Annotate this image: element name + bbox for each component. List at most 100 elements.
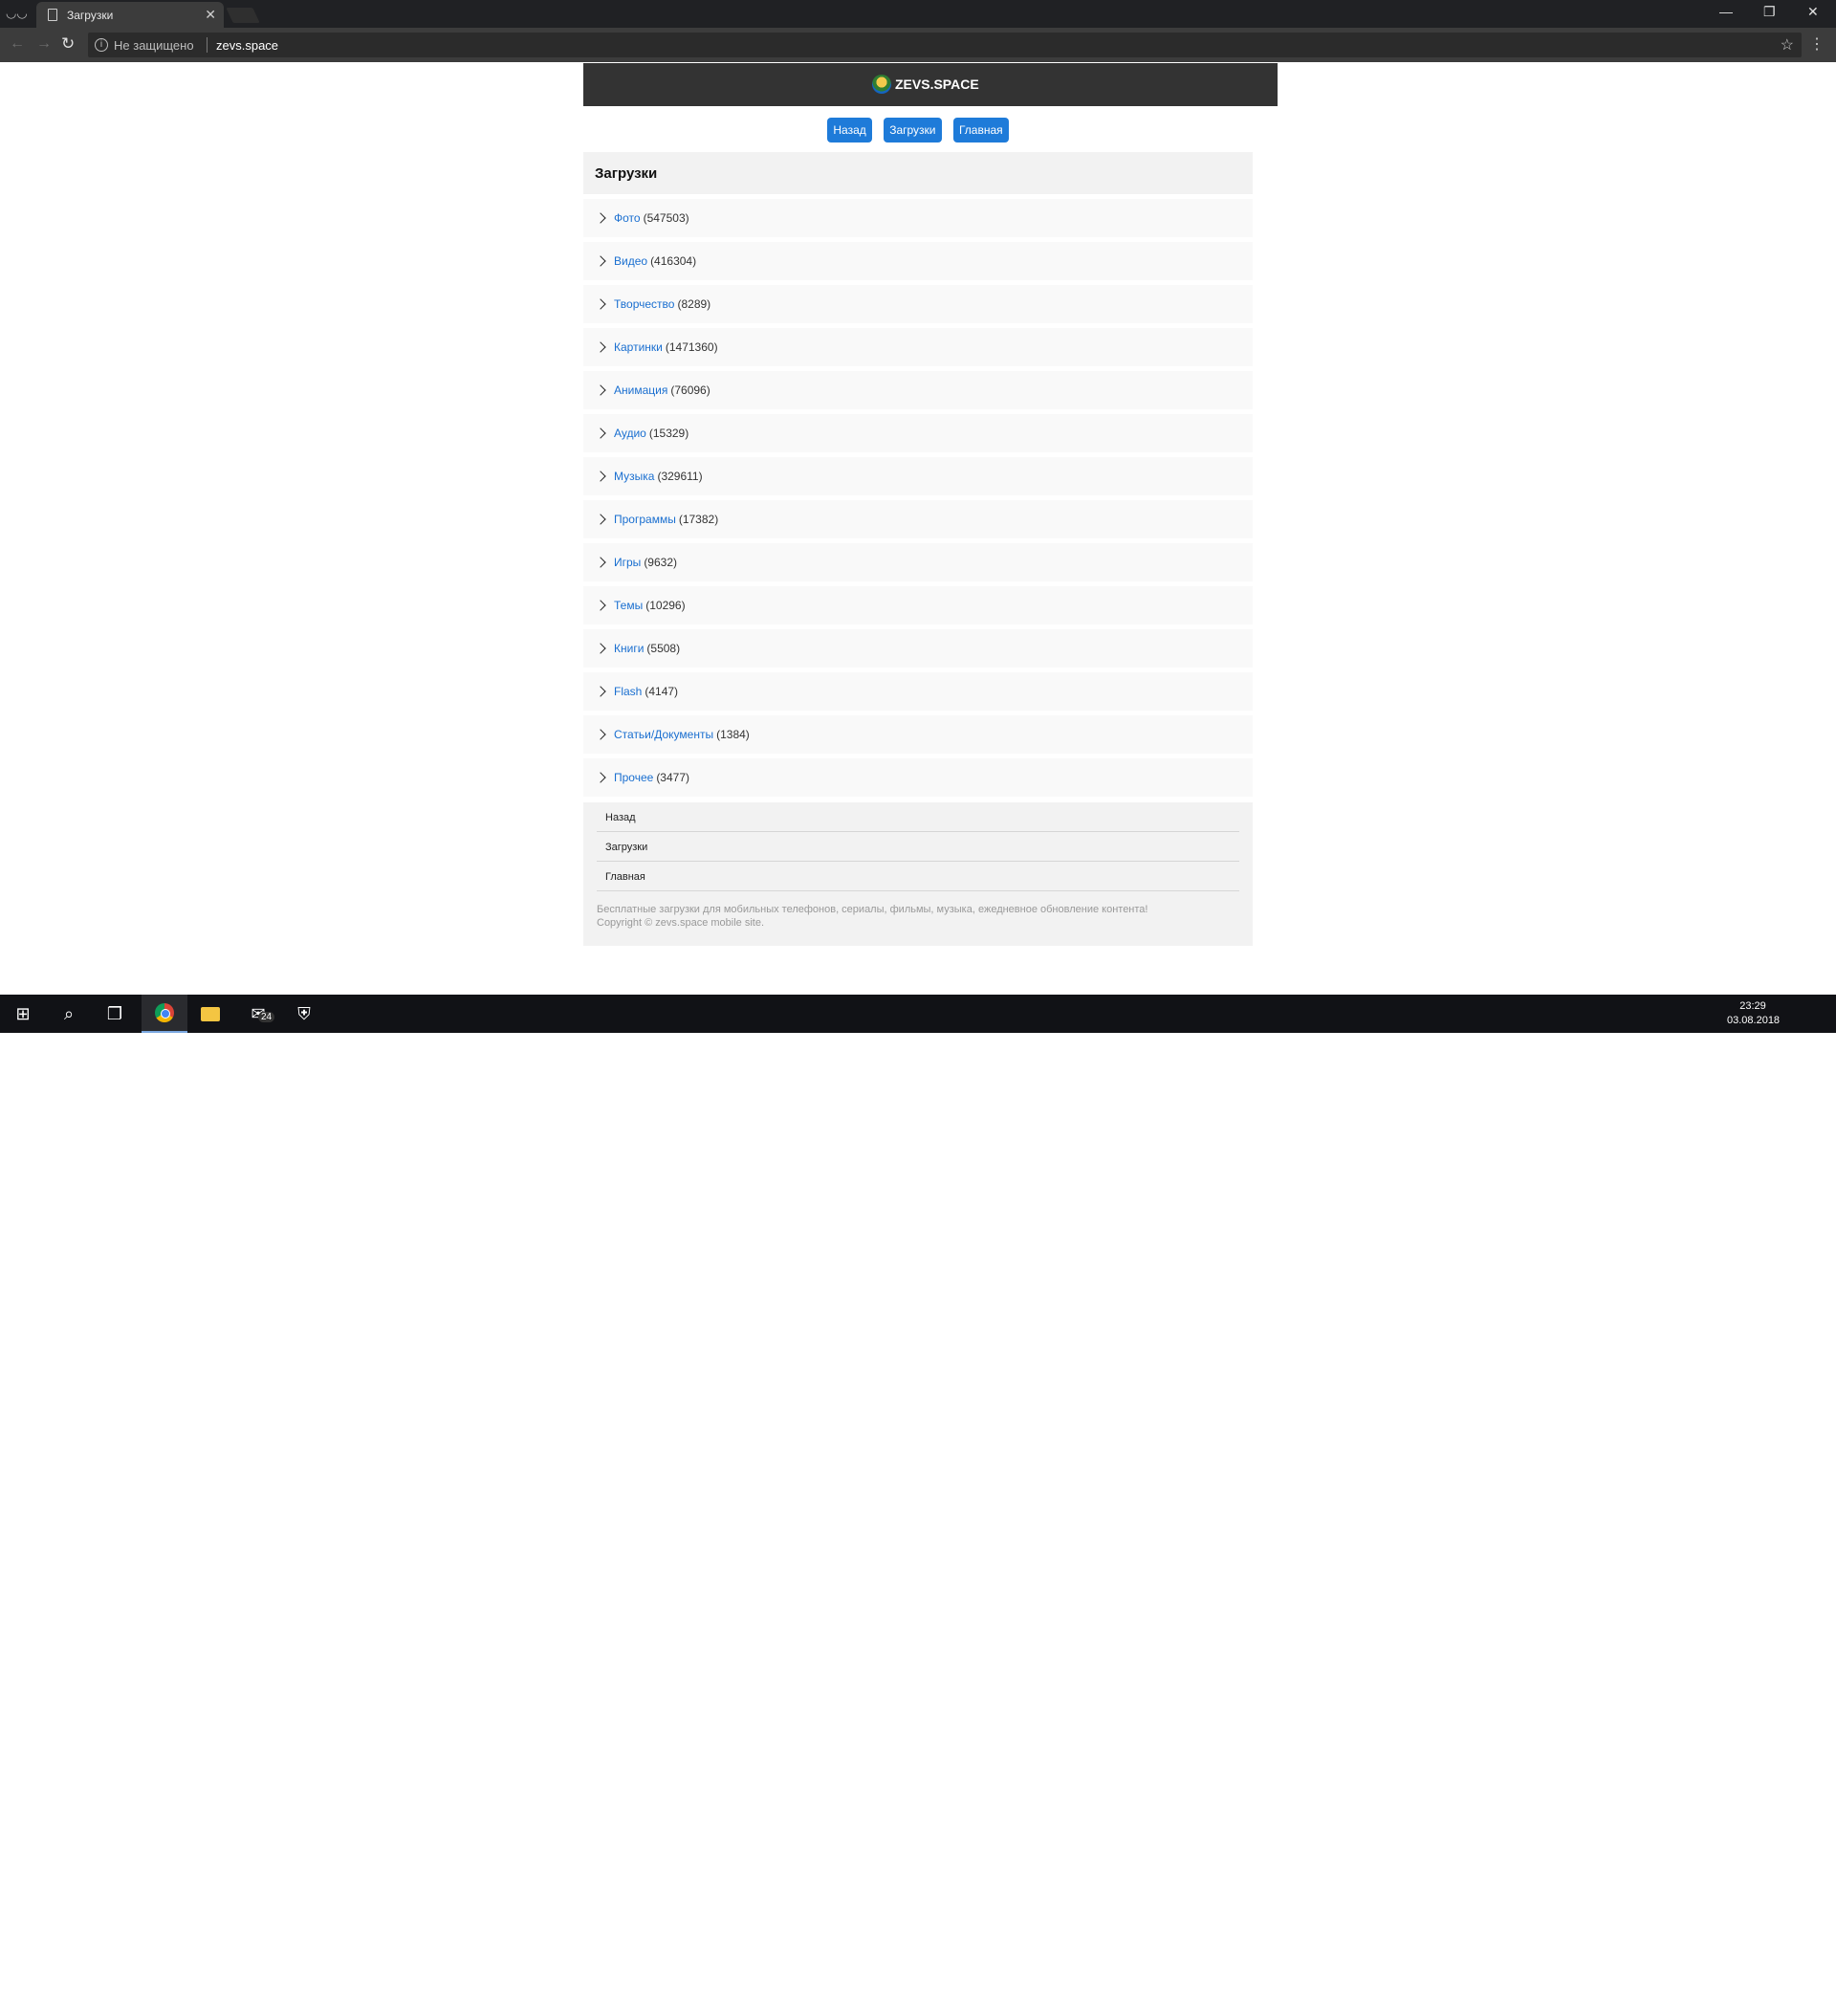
category-row-flash[interactable]: Flash (4147)	[583, 672, 1253, 711]
clock[interactable]: 23:29 03.08.2018	[1727, 999, 1781, 1028]
taskbar: ⊞ ⌕ ❐ ✉ ⛨ ☺ ⌃ ☁ ▭ ◁ РУС ▢	[0, 995, 1836, 2015]
people-icon[interactable]: ☺	[1566, 2001, 1579, 2015]
category-link[interactable]: Flash	[614, 685, 642, 698]
category-count: (9632)	[644, 556, 677, 569]
category-link[interactable]: Видео	[614, 254, 647, 268]
category-link[interactable]: Книги	[614, 642, 644, 655]
file-explorer-icon[interactable]	[187, 995, 233, 1033]
notifications-icon[interactable]: ▢	[1800, 2001, 1811, 2016]
section-title: Загрузки	[583, 152, 1253, 194]
network-icon[interactable]: ▭	[1645, 2001, 1656, 2016]
downloads-button[interactable]: Загрузки	[884, 118, 942, 142]
site-logo[interactable]: ZEVS.SPACE	[872, 75, 979, 94]
footer-link-downloads[interactable]: Загрузки	[597, 832, 1239, 862]
category-row-themes[interactable]: Темы (10296)	[583, 586, 1253, 625]
clock-time: 23:29	[1739, 1000, 1766, 1012]
close-tab-icon[interactable]: ✕	[205, 7, 216, 23]
category-row-video[interactable]: Видео (416304)	[583, 242, 1253, 280]
task-view-icon[interactable]: ❐	[92, 995, 138, 1033]
mail-badge: 24	[258, 1012, 275, 1022]
folder-icon	[201, 1006, 220, 1021]
address-bar: ← → ↻ i Не защищено zevs.space ☆ ⋮	[0, 28, 1836, 62]
chrome-icon	[155, 1003, 174, 1022]
url-text[interactable]: zevs.space	[216, 38, 278, 53]
category-row-creativity[interactable]: Творчество (8289)	[583, 285, 1253, 323]
category-row-pictures[interactable]: Картинки (1471360)	[583, 328, 1253, 366]
category-row-books[interactable]: Книги (5508)	[583, 629, 1253, 668]
category-row-audio[interactable]: Аудио (15329)	[583, 414, 1253, 452]
chevron-up-icon[interactable]: ⌃	[1603, 2001, 1613, 2016]
category-count: (10296)	[645, 599, 686, 612]
chevron-right-icon	[595, 341, 606, 353]
category-row-programs[interactable]: Программы (17382)	[583, 500, 1253, 538]
new-tab-button[interactable]	[226, 8, 260, 23]
footer-link-back[interactable]: Назад	[597, 802, 1239, 832]
windows-start-icon[interactable]: ⊞	[0, 995, 46, 1033]
category-link[interactable]: Фото	[614, 211, 641, 225]
category-count: (416304)	[650, 254, 697, 268]
category-link[interactable]: Программы	[614, 513, 676, 526]
shield-icon[interactable]: ⛨	[281, 995, 327, 1033]
category-link[interactable]: Игры	[614, 556, 641, 569]
minimize-icon[interactable]: —	[1719, 4, 1733, 19]
security-status: Не защищено	[114, 38, 194, 53]
category-row-games[interactable]: Игры (9632)	[583, 543, 1253, 581]
category-link[interactable]: Творчество	[614, 297, 674, 311]
url-input[interactable]: i Не защищено zevs.space ☆	[88, 33, 1802, 57]
chevron-right-icon	[595, 600, 606, 611]
chevron-right-icon	[595, 255, 606, 267]
language-indicator[interactable]: РУС	[1691, 2001, 1714, 2014]
reload-icon[interactable]: ↻	[61, 34, 75, 54]
footer-link-home[interactable]: Главная	[597, 862, 1239, 891]
category-count: (329611)	[657, 470, 703, 483]
chevron-right-icon	[595, 772, 606, 783]
chevron-right-icon	[595, 686, 606, 697]
restore-icon[interactable]: ❐	[1763, 4, 1776, 20]
category-count: (3477)	[656, 771, 689, 784]
browser-menu-icon[interactable]: ⋮	[1809, 34, 1825, 54]
forward-arrow-icon[interactable]: →	[36, 35, 52, 53]
back-arrow-icon[interactable]: ←	[10, 35, 25, 53]
site-header: ZEVS.SPACE	[583, 63, 1278, 106]
page-icon	[48, 9, 57, 21]
category-link[interactable]: Аудио	[614, 427, 646, 440]
category-row-animation[interactable]: Анимация (76096)	[583, 371, 1253, 409]
category-count: (547503)	[643, 211, 689, 225]
category-row-music[interactable]: Музыка (329611)	[583, 457, 1253, 495]
category-count: (15329)	[648, 427, 689, 440]
category-count: (1384)	[716, 728, 750, 741]
home-button[interactable]: Главная	[952, 118, 1009, 142]
category-row-articles[interactable]: Статьи/Документы (1384)	[583, 715, 1253, 754]
category-link[interactable]: Музыка	[614, 470, 654, 483]
browser-tab[interactable]: Загрузки ✕	[36, 2, 224, 28]
chevron-right-icon	[595, 384, 606, 396]
category-row-other[interactable]: Прочее (3477)	[583, 758, 1253, 797]
chevron-right-icon	[595, 471, 606, 482]
category-link[interactable]: Прочее	[614, 771, 653, 784]
category-count: (8289)	[677, 297, 711, 311]
category-link[interactable]: Анимация	[614, 383, 667, 397]
category-link[interactable]: Темы	[614, 599, 643, 612]
cloud-icon[interactable]: ☁	[1622, 2001, 1634, 2016]
footer-text: Бесплатные загрузки для мобильных телефо…	[597, 891, 1239, 930]
info-icon[interactable]: i	[95, 38, 108, 52]
close-window-icon[interactable]: ✕	[1807, 4, 1819, 20]
search-icon[interactable]: ⌕	[46, 995, 92, 1033]
downloads-section: Загрузки Фото (547503) Видео (416304) Твор…	[583, 152, 1253, 797]
volume-muted-icon[interactable]: ◁	[1668, 2001, 1677, 2016]
category-link[interactable]: Статьи/Документы	[614, 728, 713, 741]
chrome-taskbar-icon[interactable]	[142, 995, 187, 1033]
browser-tab-bar: ◡◡ Загрузки ✕ — ❐ ✕	[0, 0, 1836, 28]
back-button[interactable]: Назад	[827, 118, 872, 142]
category-row-photo[interactable]: Фото (547503)	[583, 199, 1253, 237]
chevron-right-icon	[595, 643, 606, 654]
incognito-icon: ◡◡	[6, 6, 28, 20]
tab-title: Загрузки	[67, 9, 114, 22]
logo-icon	[872, 75, 891, 94]
page-footer: Назад Загрузки Главная Бесплатные загруз…	[583, 802, 1253, 946]
clock-date: 03.08.2018	[1727, 1015, 1781, 1026]
category-count: (1471360)	[665, 340, 718, 354]
category-link[interactable]: Картинки	[614, 340, 663, 354]
bookmark-star-icon[interactable]: ☆	[1781, 35, 1794, 55]
category-count: (76096)	[670, 383, 710, 397]
